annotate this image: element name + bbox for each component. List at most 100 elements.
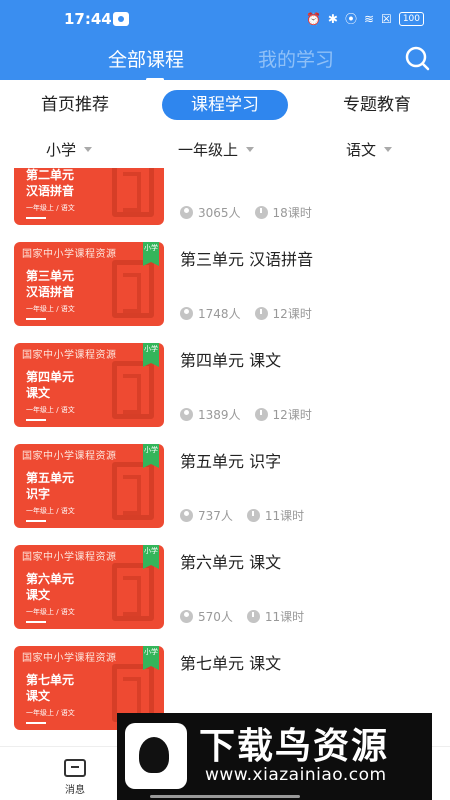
status-icons: ⏰ ✱ ⦿ ≋ ☒ 100 [306,10,424,27]
learner-count: 3065人 [198,206,241,220]
book-watermark-icon [112,361,154,419]
lesson-count: 11课时 [264,610,305,624]
bluetooth-icon: ✱ [327,11,338,26]
thumb-divider [26,217,46,219]
nav-messages[interactable]: 消息 [60,759,90,796]
subtab-home-recommend[interactable]: 首页推荐 [20,90,130,120]
thumb-banner: 国家中小学课程资源 [22,249,117,260]
alarm-icon: ⏰ [305,11,321,26]
wifi-icon: ≋ [363,11,375,26]
tab-all-courses[interactable]: 全部课程 [108,45,184,81]
learners-icon [180,509,193,522]
course-meta: 1389人 12课时 [180,406,312,423]
filter-grade[interactable]: 一年级上 [178,139,255,160]
lesson-count: 12课时 [272,408,312,422]
subtab-special-education[interactable]: 专题教育 [322,90,432,120]
thumb-banner: 国家中小学课程资源 [22,350,117,361]
thumb-unit-line2: 汉语拼音 [26,184,75,198]
course-meta: 1748人 12课时 [180,305,312,322]
thumb-unit-line2: 汉语拼音 [26,285,75,299]
thumb-unit: 第六单元 课文 [26,571,74,603]
subtab-course-study[interactable]: 课程学习 [162,90,288,120]
thumb-unit-line2: 课文 [26,588,51,602]
lesson-count: 11课时 [264,509,305,523]
thumb-divider [26,318,46,320]
course-title: 第六单元 课文 [180,553,282,572]
ad-url: www.xiazainiao.com [205,765,387,785]
thumb-divider [26,722,46,724]
primary-badge: 小学 [143,545,159,569]
thumb-unit-line2: 课文 [26,386,51,400]
top-header: 全部课程 我的学习 [0,38,450,81]
tab-my-learning[interactable]: 我的学习 [258,45,334,72]
learner-count: 570人 [198,610,233,624]
primary-badge: 小学 [143,646,159,670]
course-title: 第五单元 识字 [180,452,282,471]
filter-stage[interactable]: 小学 [46,139,93,160]
category-tabs: 首页推荐 课程学习 专题教育 [0,80,450,130]
book-watermark-icon [112,563,154,621]
thumb-divider [26,520,46,522]
course-thumbnail: 国家中小学课程资源 小学 第五单元 识字 一年级上 / 语文 [14,444,164,528]
thumb-unit: 第四单元 课文 [26,369,74,401]
thumb-unit: 第二单元 汉语拼音 [26,168,74,199]
filter-bar: 小学 一年级上 语文 [0,130,450,168]
course-item[interactable]: 国家中小学课程资源 小学 第四单元 课文 一年级上 / 语文 第四单元 课文 1… [0,337,450,438]
thumb-unit-line2: 课文 [26,689,51,703]
caret-down-icon [384,147,393,152]
learners-icon [180,408,193,421]
learners-icon [180,307,193,320]
learner-count: 737人 [198,509,233,523]
sim-icon: ☒ [381,11,392,26]
course-item[interactable]: 国家中小学课程资源 小学 第五单元 识字 一年级上 / 语文 第五单元 识字 7… [0,438,450,539]
thumb-unit-line2: 识字 [26,487,51,501]
thumb-grade: 一年级上 / 语文 [26,204,75,212]
thumb-unit-line1: 第四单元 [26,370,75,384]
ad-brand: 下载鸟资源 [199,726,390,767]
course-title: 第四单元 课文 [180,351,282,370]
thumb-banner: 国家中小学课程资源 [22,552,117,563]
course-item[interactable]: 国家中小学课程资源 小学 第六单元 课文 一年级上 / 语文 第六单元 课文 5… [0,539,450,640]
status-bar: 17:44 ⏰ ✱ ⦿ ≋ ☒ 100 [0,0,450,38]
course-meta: 3065人 18课时 [180,204,312,221]
course-meta: 570人 11课时 [180,608,304,625]
home-indicator[interactable] [150,795,300,798]
thumb-grade: 一年级上 / 语文 [26,709,75,717]
filter-subject[interactable]: 语文 [346,139,393,160]
thumb-unit: 第五单元 识字 [26,470,74,502]
course-item[interactable]: 国家中小学课程资源 小学 第三单元 汉语拼音 一年级上 / 语文 第三单元 汉语… [0,236,450,337]
clock-icon [254,307,268,320]
location-icon: ⦿ [344,12,357,26]
thumb-unit-line1: 第二单元 [26,168,75,182]
book-watermark-icon [112,462,154,520]
caret-down-icon [84,147,93,152]
lesson-count: 12课时 [272,307,312,321]
course-title: 第七单元 课文 [180,654,282,673]
thumb-banner: 国家中小学课程资源 [22,451,117,462]
book-watermark-icon [112,260,154,318]
search-icon[interactable] [404,45,430,71]
clock-icon [254,408,268,421]
thumb-banner: 国家中小学课程资源 [22,653,117,664]
thumb-unit-line1: 第六单元 [26,572,75,586]
filter-stage-label: 小学 [46,141,77,159]
course-title: 第三单元 汉语拼音 [180,250,314,269]
thumb-unit-line1: 第三单元 [26,269,75,283]
clock-icon [254,206,268,219]
filter-grade-label: 一年级上 [178,141,239,159]
thumb-divider [26,419,46,421]
app-notification-icon [113,12,129,26]
thumb-grade: 一年级上 / 语文 [26,305,75,313]
lesson-count: 18课时 [272,206,312,220]
message-icon [64,759,86,777]
caret-down-icon [246,147,255,152]
learner-count: 1389人 [198,408,241,422]
learners-icon [180,206,193,219]
course-thumbnail: 国家中小学课程资源 小学 第四单元 课文 一年级上 / 语文 [14,343,164,427]
thumb-grade: 一年级上 / 语文 [26,507,75,515]
course-item[interactable]: 国家中小学课程资源 小学 第二单元 汉语拼音 一年级上 / 语文 3065人 1… [0,168,450,236]
course-thumbnail: 国家中小学课程资源 小学 第六单元 课文 一年级上 / 语文 [14,545,164,629]
course-meta: 737人 11课时 [180,507,304,524]
course-list: 国家中小学课程资源 小学 第二单元 汉语拼音 一年级上 / 语文 3065人 1… [0,168,450,746]
learners-icon [180,610,193,623]
